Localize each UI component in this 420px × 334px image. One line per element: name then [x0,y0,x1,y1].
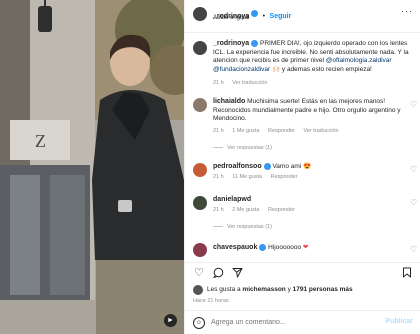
like-comment-icon[interactable]: ♡ [410,245,417,254]
caption-time: 21 h [213,80,224,86]
verified-badge-icon [259,244,267,251]
more-options-icon[interactable]: ··· [401,6,413,16]
avatar[interactable] [193,243,207,257]
comment-text: Hijooooooo [268,244,302,252]
post-modal: Z ► _rodrinoya • Seguir Audio original ·… [0,0,420,334]
audio-label[interactable]: Audio original [213,15,249,21]
comment-icon[interactable] [212,267,224,279]
like-icon[interactable]: ♡ [193,267,205,279]
view-replies[interactable]: Ver respuestas (1) [213,145,272,151]
comment-time: 21 h [213,174,224,180]
reply-link[interactable]: Responder [268,207,295,213]
avatar[interactable] [193,196,207,210]
comment-likes[interactable]: 11 Me gusta [232,174,262,180]
verified-badge-icon [263,163,271,170]
view-replies[interactable]: Ver respuestas (1) [213,224,272,230]
action-bar: ♡ [185,262,420,283]
follow-button[interactable]: Seguir [270,13,292,20]
save-icon[interactable] [401,267,413,279]
like-comment-icon[interactable]: ♡ [410,165,417,174]
comment-text: Vamo ami 😍 [272,163,312,171]
comment-username[interactable]: lichaialdo [213,98,245,105]
share-icon[interactable] [231,267,243,279]
comment-username[interactable]: danielapwd [213,196,251,203]
like-comment-icon[interactable]: ♡ [410,198,417,207]
avatar [193,285,203,295]
like-comment-icon[interactable]: ♡ [410,100,417,109]
likes-prefix: Les gusta a [207,286,241,293]
header-separator: • [262,13,266,20]
caption-username[interactable]: _rodrinoya [213,40,249,47]
bookmark-icon [403,267,411,278]
replies-line [213,226,223,228]
avatar[interactable] [193,41,207,55]
post-photo[interactable]: Z ► [0,0,184,334]
caption-end-text: 🙌🏻 y ademas esto recien empieza! [272,65,372,73]
comment-time: 21 h [213,128,224,134]
speaker-icon: ► [167,317,174,324]
avatar[interactable] [193,98,207,112]
mention-fundacion[interactable]: @fundacionzaldivar [213,66,270,73]
post-time: Hace 21 horas [193,298,229,304]
verified-badge-icon [251,10,259,18]
comment-username[interactable]: chavespauok [213,244,257,251]
emoji-icon[interactable]: ☺ [193,317,205,329]
likes-connector: y [287,286,291,293]
mention-oftalmologia[interactable]: @oftalmologia.zaldivar [326,57,392,64]
post-sidebar: _rodrinoya • Seguir Audio original ··· _… [184,0,420,334]
see-translation-link[interactable]: Ver traducción [303,128,338,134]
comment-username[interactable]: pedroalfonsoo [213,163,262,170]
avatar[interactable] [193,163,207,177]
svg-text:Z: Z [35,131,46,151]
mute-button[interactable]: ► [164,314,177,327]
paper-plane-icon [232,268,242,278]
replies-line [213,147,223,149]
comment-likes[interactable]: 1 Me gusta [232,128,259,134]
red-heart-icon: ❤ [302,244,309,252]
liker-username[interactable]: michemasson [242,286,285,293]
likes-count[interactable]: 1791 personas más [293,286,353,293]
comment-bubble-icon [212,267,223,279]
comment-likes[interactable]: 2 Me gusta [232,207,259,213]
comment-input[interactable] [211,316,361,328]
post-button[interactable]: Publicar [385,318,413,325]
comment-box: ☺ Publicar [185,310,420,334]
avatar[interactable] [193,7,207,21]
reply-link[interactable]: Responder [271,174,298,180]
comment-time: 21 h [213,207,224,213]
verified-badge-icon [251,40,259,47]
see-translation-link[interactable]: Ver traducción [232,80,267,86]
photo-illustration: Z [0,0,184,334]
reply-link[interactable]: Responder [268,128,295,134]
post-header: _rodrinoya • Seguir Audio original ··· [185,0,420,33]
